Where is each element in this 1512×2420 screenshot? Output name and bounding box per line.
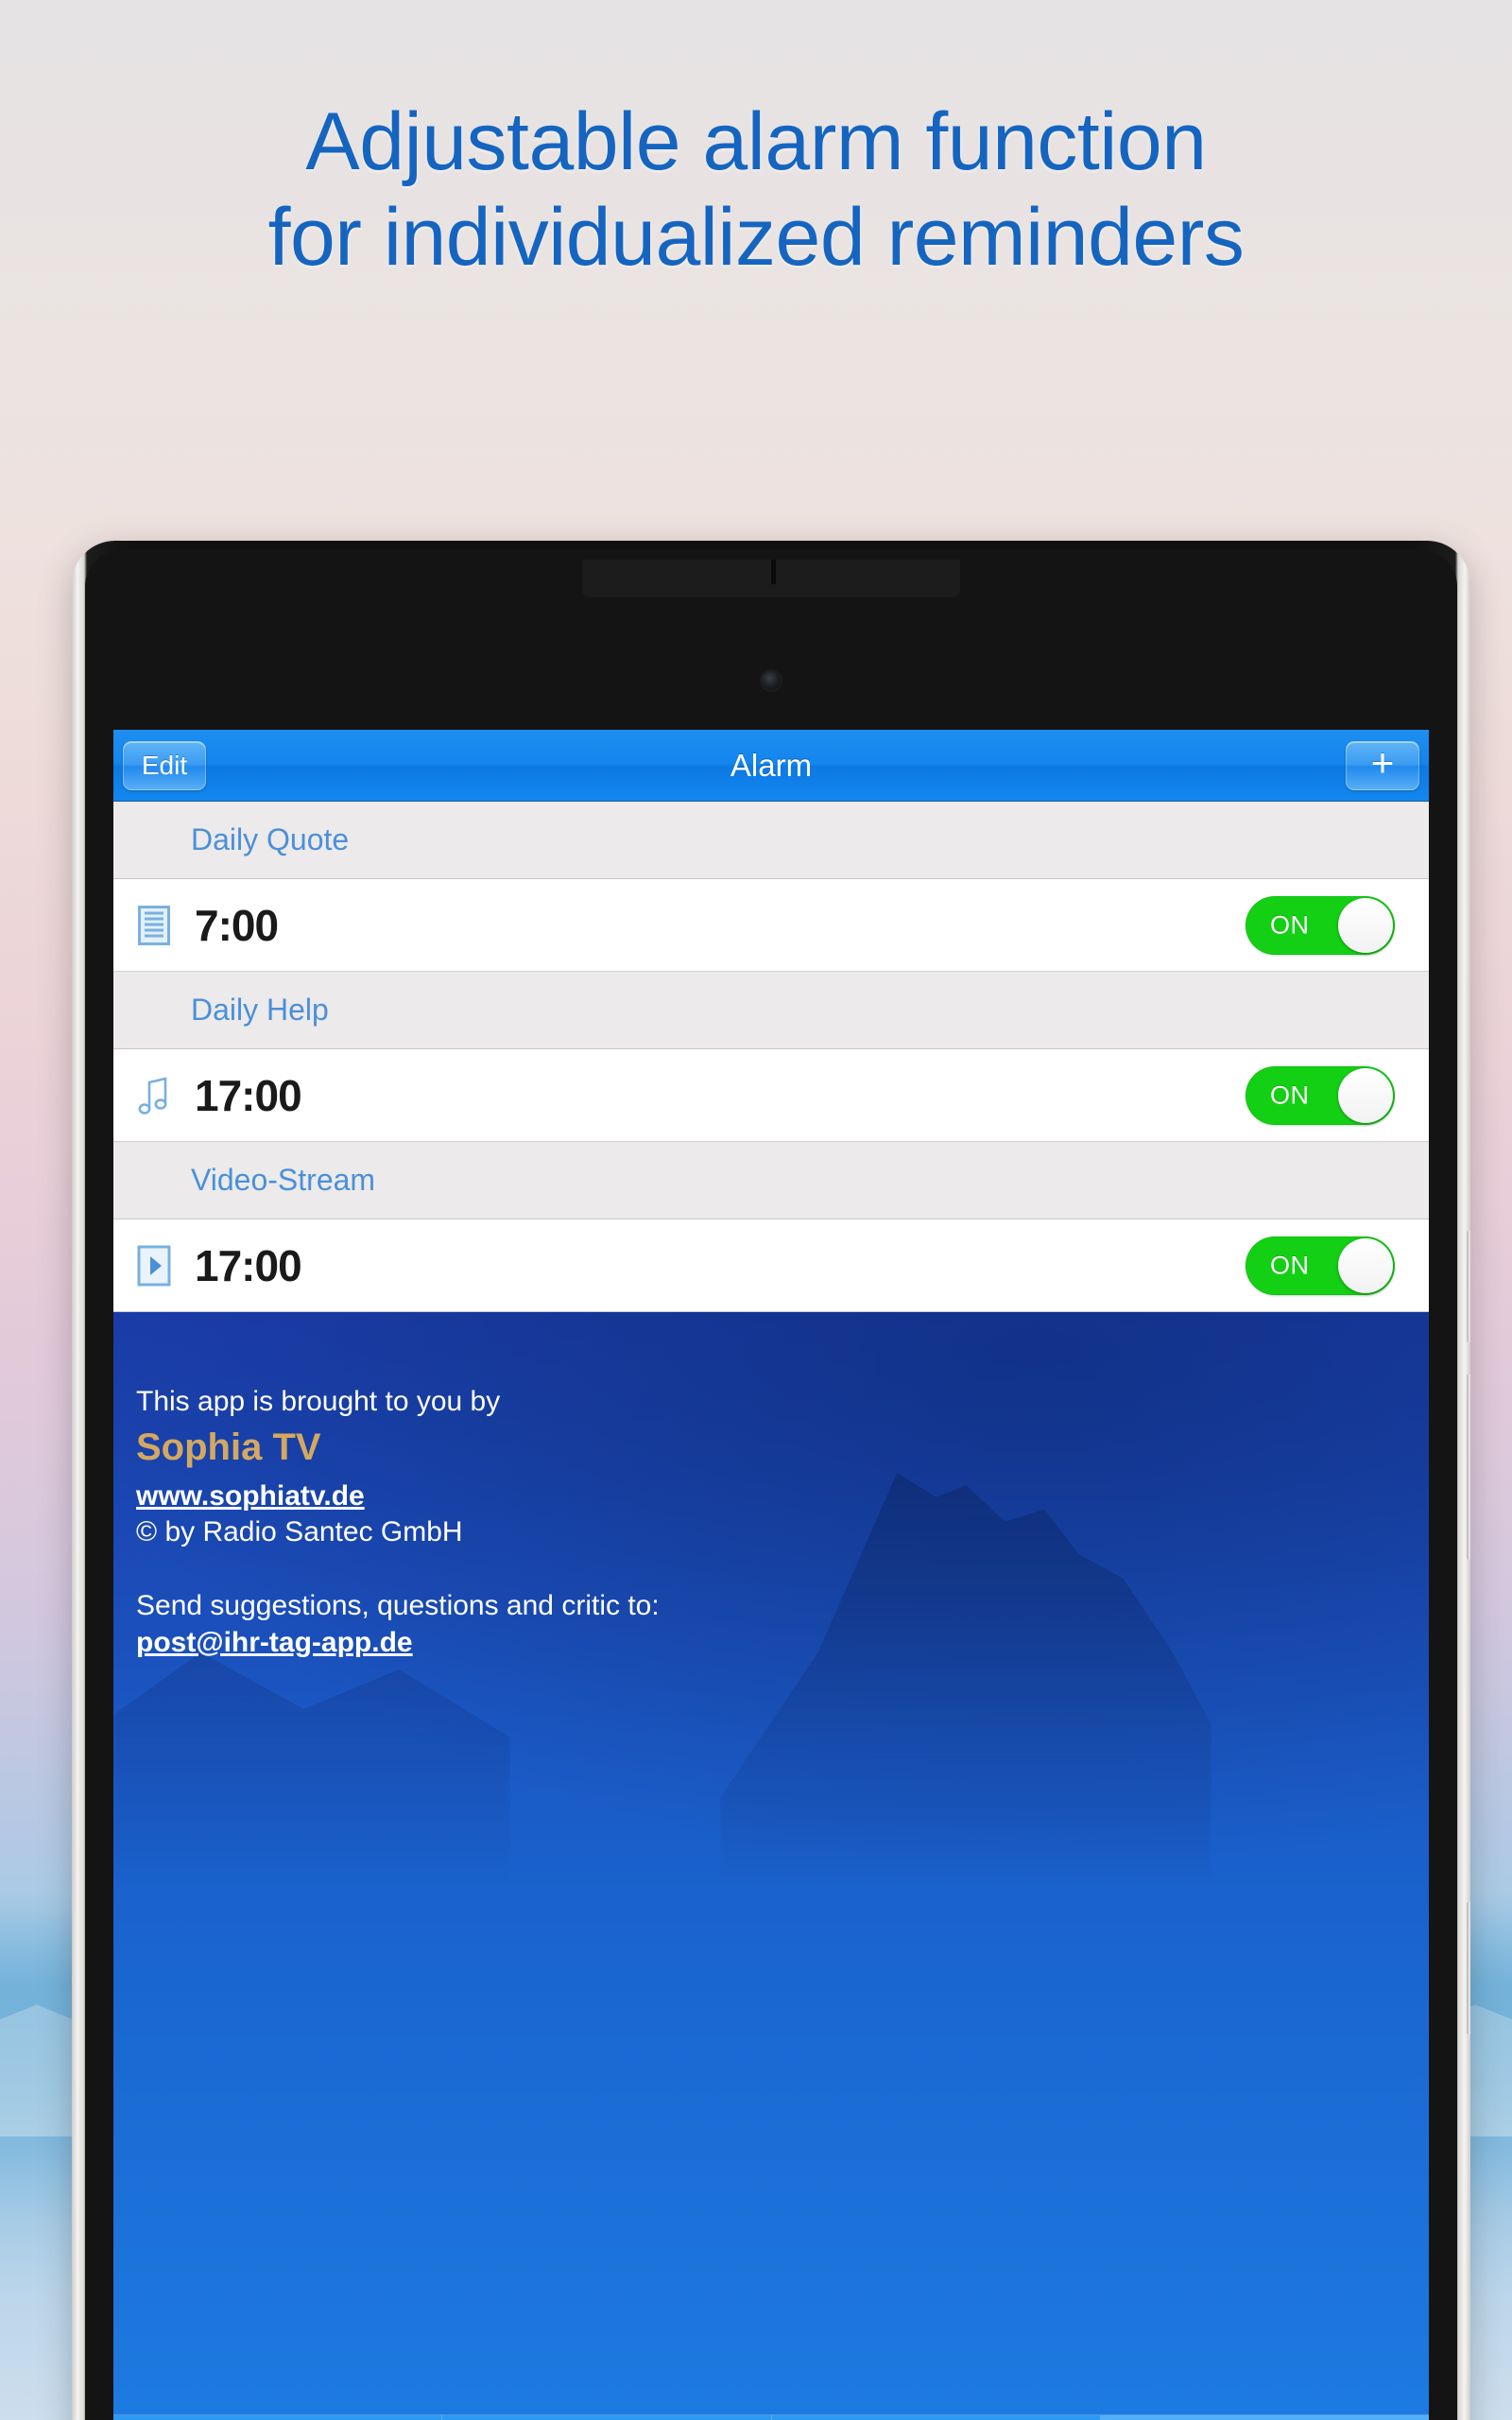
toggle-state-label: ON xyxy=(1270,910,1310,939)
email-link[interactable]: post@ihr-tag-app.de xyxy=(136,1625,660,1661)
side-lock-button[interactable] xyxy=(1467,1902,1470,2034)
copyright-text: © by Radio Santec GmbH xyxy=(136,1515,463,1547)
tab-daily-help-audio[interactable]: Daily Help xyxy=(442,2415,772,2420)
volume-down-button[interactable] xyxy=(1467,1374,1470,1560)
section-header-daily-help: Daily Help xyxy=(113,972,1429,1049)
toggle-state-label: ON xyxy=(1270,1251,1310,1279)
alarm-row[interactable]: 17:00 ON xyxy=(113,1049,1429,1142)
contact-intro: Send suggestions, questions and critic t… xyxy=(136,1590,660,1622)
alarm-time: 17:00 xyxy=(195,1240,302,1290)
tablet-device-frame: Edit Alarm + Daily Quote 7:00 ON Daily H… xyxy=(72,541,1470,2420)
credits-intro: This app is brought to you by xyxy=(136,1386,501,1417)
section-header-daily-quote: Daily Quote xyxy=(113,802,1429,879)
toggle-knob xyxy=(1338,1067,1393,1123)
document-lines-icon xyxy=(113,905,195,945)
video-play-icon xyxy=(113,1245,195,1287)
section-header-video-stream: Video-Stream xyxy=(113,1142,1429,1219)
antenna-strip xyxy=(582,560,960,597)
website-link[interactable]: www.sophiatv.de xyxy=(136,1478,660,1514)
credits-spacer xyxy=(136,1550,660,1588)
alarm-time: 7:00 xyxy=(195,900,279,950)
alarm-row[interactable]: 17:00 ON xyxy=(113,1219,1429,1312)
headline-line-2: for individualized reminders xyxy=(267,192,1245,284)
alarm-toggle[interactable]: ON xyxy=(1246,1236,1395,1295)
alarm-toggle[interactable]: ON xyxy=(1246,895,1395,955)
tab-alarm[interactable]: Alarm xyxy=(1100,2415,1429,2420)
volume-up-button[interactable] xyxy=(1467,1231,1470,1342)
add-alarm-button[interactable]: + xyxy=(1346,740,1419,790)
promo-headline: Adjustable alarm function for individual… xyxy=(0,95,1512,286)
toggle-knob xyxy=(1338,897,1393,953)
navigation-bar: Edit Alarm + xyxy=(113,730,1429,802)
alarm-time: 17:00 xyxy=(195,1070,302,1120)
alarm-toggle[interactable]: ON xyxy=(1246,1065,1395,1125)
credits-block: This app is brought to you by Sophia TV … xyxy=(136,1384,660,1661)
tab-bar: Daily Quote Daily xyxy=(113,2414,1429,2420)
edit-button[interactable]: Edit xyxy=(123,741,206,790)
tab-daily-help-video[interactable]: Daily Help xyxy=(772,2415,1101,2420)
content-area: This app is brought to you by Sophia TV … xyxy=(113,1312,1429,2420)
alarm-row[interactable]: 7:00 ON xyxy=(113,879,1429,972)
toggle-knob xyxy=(1338,1237,1393,1293)
front-camera xyxy=(762,671,781,690)
wallpaper-mountain xyxy=(720,1473,1211,1879)
headline-line-1: Adjustable alarm function xyxy=(305,96,1207,187)
credits-brand: Sophia TV xyxy=(136,1426,321,1469)
antenna-line xyxy=(771,560,776,584)
music-note-icon xyxy=(113,1075,195,1116)
toggle-state-label: ON xyxy=(1270,1080,1310,1109)
page-title: Alarm xyxy=(730,747,813,783)
tab-daily-quote[interactable]: Daily Quote xyxy=(113,2415,443,2420)
promo-screenshot-page: Adjustable alarm function for individual… xyxy=(0,0,1512,2420)
app-screen: Edit Alarm + Daily Quote 7:00 ON Daily H… xyxy=(113,730,1429,2420)
